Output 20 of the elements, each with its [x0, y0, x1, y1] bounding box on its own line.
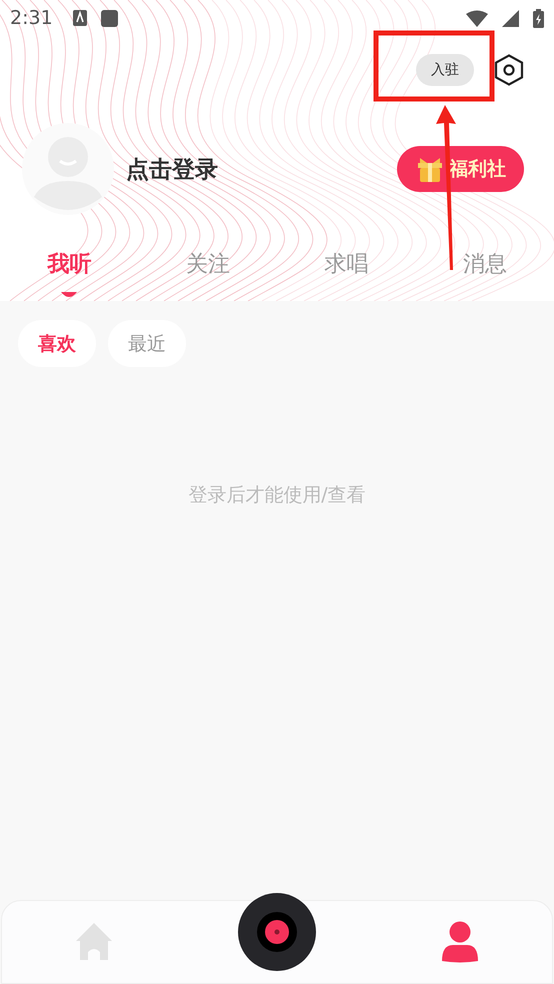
- settings-icon[interactable]: [494, 54, 524, 86]
- wifi-icon: [466, 10, 488, 26]
- status-time: 2:31: [10, 7, 53, 29]
- login-link[interactable]: 点击登录: [126, 154, 397, 184]
- gift-icon: [417, 155, 443, 183]
- tab[interactable]: 我听: [0, 234, 138, 294]
- tab-indicator: [61, 292, 78, 300]
- notification-icon: [100, 10, 118, 26]
- keyboard-icon: [72, 10, 87, 26]
- profile-icon[interactable]: [441, 921, 480, 963]
- signal-icon: [502, 10, 519, 26]
- welfare-button[interactable]: 福利社: [397, 146, 524, 192]
- battery-icon: [533, 8, 544, 28]
- join-button[interactable]: 入驻: [416, 54, 474, 86]
- filter-chip[interactable]: 喜欢: [18, 320, 96, 367]
- tab[interactable]: 消息: [416, 234, 554, 294]
- empty-message: 登录后才能使用/查看: [188, 483, 366, 508]
- tab[interactable]: 求唱: [277, 234, 416, 294]
- filter-chip[interactable]: 最近: [108, 320, 186, 367]
- record-icon[interactable]: [238, 893, 316, 971]
